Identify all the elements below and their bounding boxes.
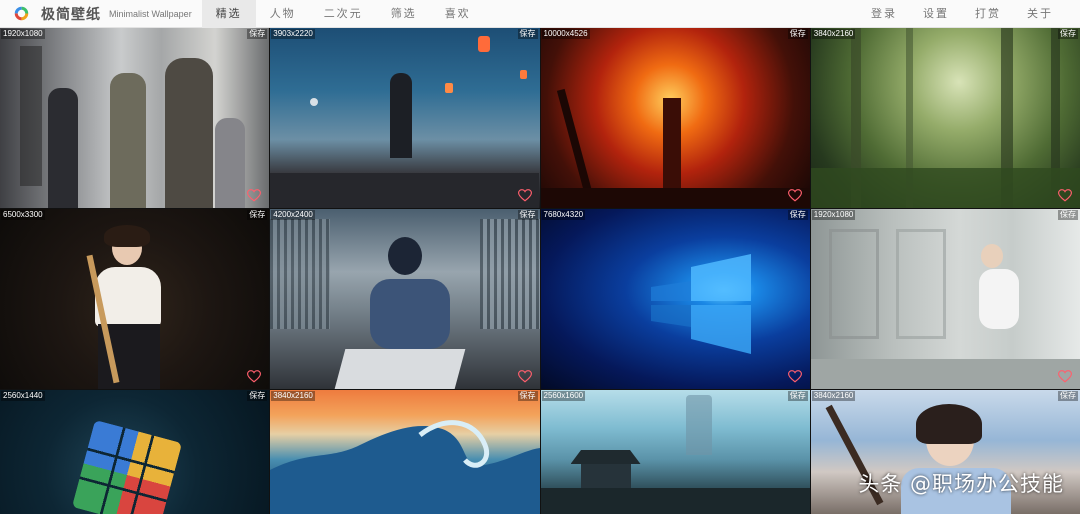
save-button[interactable]: 保存	[1058, 210, 1078, 220]
heart-outline-icon[interactable]	[517, 370, 532, 383]
resolution-label: 3840x2160	[271, 391, 315, 401]
heart-outline-icon[interactable]	[1058, 189, 1072, 202]
wallpaper-image[interactable]	[270, 390, 540, 514]
save-button[interactable]: 保存	[247, 29, 268, 39]
nav-tab-anime[interactable]: 二次元	[310, 0, 377, 28]
donate-link[interactable]: 打赏	[962, 0, 1014, 28]
wallpaper-tile[interactable]: 2560x1440 保存	[0, 390, 270, 514]
resolution-label: 3840x2160	[811, 29, 856, 39]
watermark-text: 头条 @职场办公技能	[858, 472, 1064, 496]
brand-title[interactable]: 极简壁纸	[41, 4, 101, 24]
wallpaper-image[interactable]	[810, 28, 1080, 208]
settings-link[interactable]: 设置	[910, 0, 962, 28]
save-button[interactable]: 保存	[787, 29, 808, 39]
wallpaper-tile[interactable]: 6500x3300 保存	[0, 209, 270, 389]
wallpaper-tile[interactable]: 10000x4526 保存	[540, 28, 810, 208]
heart-outline-icon[interactable]	[787, 189, 802, 202]
save-button[interactable]: 保存	[787, 391, 808, 401]
wallpaper-tile[interactable]: 1920x1080 保存	[0, 28, 270, 208]
nav-tab-people[interactable]: 人物	[256, 0, 310, 28]
wallpaper-tile[interactable]: 3840x2160 保存	[810, 28, 1080, 208]
wallpaper-image[interactable]	[270, 209, 540, 389]
resolution-label: 7680x4320	[541, 210, 586, 220]
heart-outline-icon[interactable]	[247, 189, 262, 202]
main-nav: 精选 人物 二次元 筛选 喜欢	[201, 0, 485, 28]
wallpaper-image[interactable]	[270, 28, 540, 208]
save-button[interactable]: 保存	[787, 210, 808, 220]
resolution-label: 1920x1080	[1, 29, 45, 39]
wallpaper-tile[interactable]: 4200x2400 保存	[270, 209, 540, 389]
resolution-label: 6500x3300	[1, 210, 45, 220]
wallpaper-image[interactable]	[0, 390, 270, 514]
resolution-label: 2560x1600	[541, 391, 586, 401]
wallpaper-image[interactable]	[540, 28, 810, 208]
save-button[interactable]: 保存	[247, 210, 268, 220]
nav-tab-filter[interactable]: 筛选	[377, 0, 431, 28]
wallpaper-grid: 1920x1080 保存 3903x2220 保存 10000x4526 保存	[0, 28, 1080, 514]
heart-outline-icon[interactable]	[517, 189, 532, 202]
about-link[interactable]: 关于	[1014, 0, 1066, 28]
save-button[interactable]: 保存	[517, 210, 538, 220]
wallpaper-tile[interactable]: 7680x4320 保存	[540, 209, 810, 389]
heart-outline-icon[interactable]	[787, 370, 802, 383]
heart-outline-icon[interactable]	[247, 370, 262, 383]
wallpaper-tile[interactable]: 3903x2220 保存	[270, 28, 540, 208]
resolution-label: 4200x2400	[271, 210, 315, 220]
nav-tab-favorites[interactable]: 喜欢	[431, 0, 485, 28]
resolution-label: 1920x1080	[811, 210, 856, 220]
save-button[interactable]: 保存	[247, 391, 268, 401]
wallpaper-image[interactable]	[540, 209, 810, 389]
wallpaper-image[interactable]	[540, 390, 810, 514]
login-link[interactable]: 登录	[858, 0, 910, 28]
save-button[interactable]: 保存	[517, 391, 538, 401]
save-button[interactable]: 保存	[517, 29, 538, 39]
wallpaper-image[interactable]	[0, 28, 270, 208]
wallpaper-tile[interactable]: 2560x1600 保存	[540, 390, 810, 514]
ring-logo-icon[interactable]	[14, 6, 29, 21]
wallpaper-image[interactable]	[0, 209, 270, 389]
wallpaper-image[interactable]	[810, 209, 1080, 389]
account-nav: 登录 设置 打赏 关于	[858, 0, 1066, 28]
wallpaper-tile[interactable]: 1920x1080 保存	[810, 209, 1080, 389]
save-button[interactable]: 保存	[1058, 29, 1078, 39]
save-button[interactable]: 保存	[1058, 391, 1078, 401]
top-nav-bar: 极简壁纸 Minimalist Wallpaper 精选 人物 二次元 筛选 喜…	[0, 0, 1080, 28]
nav-tab-featured[interactable]: 精选	[201, 0, 256, 28]
wallpaper-tile[interactable]: 3840x2160 保存	[270, 390, 540, 514]
brand-subtitle: Minimalist Wallpaper	[109, 8, 192, 19]
resolution-label: 2560x1440	[1, 391, 45, 401]
resolution-label: 3903x2220	[271, 29, 315, 39]
resolution-label: 3840x2160	[811, 391, 856, 401]
resolution-label: 10000x4526	[541, 29, 590, 39]
heart-outline-icon[interactable]	[1058, 370, 1072, 383]
